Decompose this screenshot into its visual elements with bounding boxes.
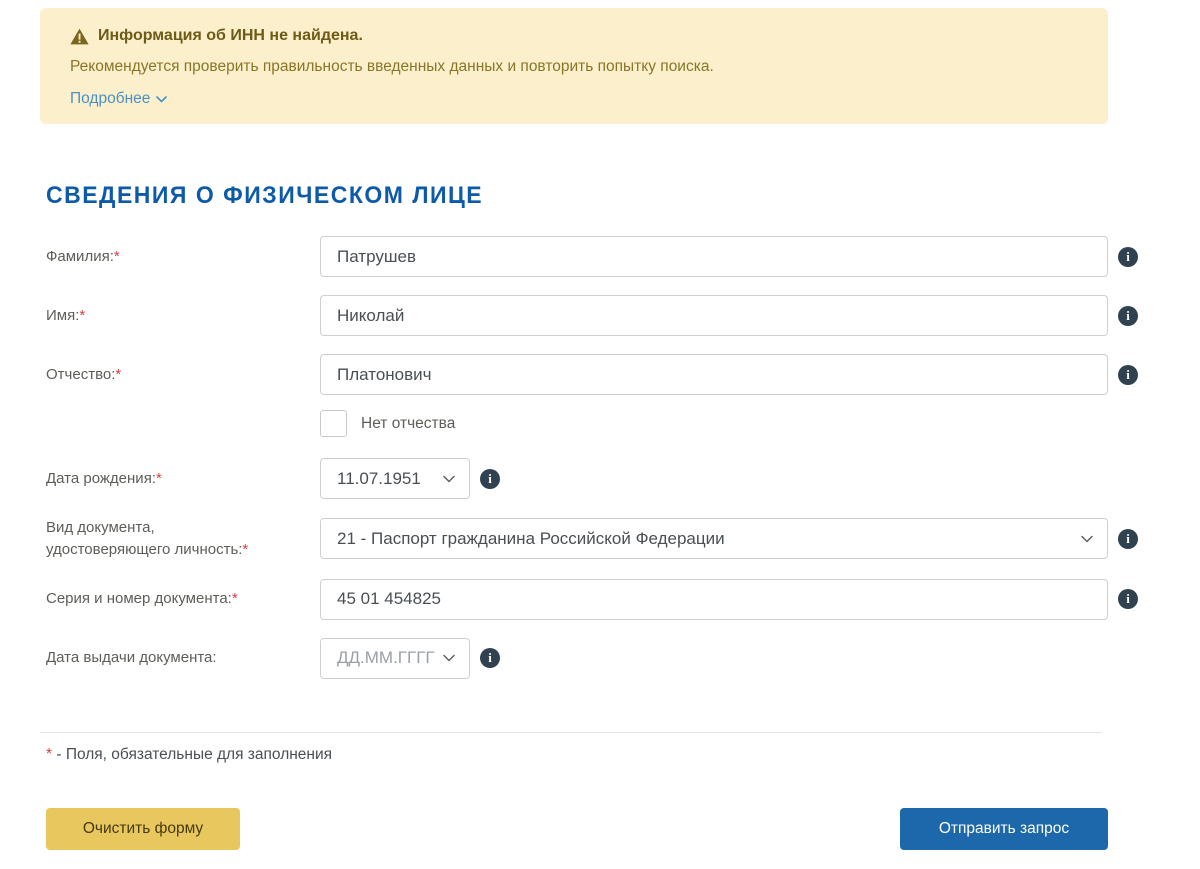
doc-type-label: Вид документа, удостоверяющего личность:…	[46, 517, 320, 561]
person-form: Фамилия:* i Имя:* i Отчество:* i Н	[46, 236, 1108, 679]
required-asterisk: *	[232, 590, 238, 607]
issue-date-placeholder: ДД.ММ.ГГГГ	[337, 648, 435, 668]
warning-icon	[70, 28, 89, 45]
patronymic-row: Отчество:* i	[46, 354, 1108, 395]
no-patronymic-row: Нет отчества	[320, 410, 1108, 437]
chevron-down-icon	[443, 475, 455, 483]
page-title: СВЕДЕНИЯ О ФИЗИЧЕСКОМ ЛИЦЕ	[46, 181, 1108, 209]
required-asterisk: *	[114, 248, 120, 265]
required-fields-note: * - Поля, обязательные для заполнения	[46, 746, 1108, 764]
alert-message: Рекомендуется проверить правильность вве…	[70, 58, 1078, 76]
no-patronymic-label: Нет отчества	[361, 415, 455, 433]
birthdate-row: Дата рождения:* 11.07.1951 i	[46, 458, 1108, 499]
doc-type-select[interactable]: 21 - Паспорт гражданина Российской Федер…	[320, 518, 1108, 559]
firstname-input[interactable]	[320, 295, 1108, 336]
required-asterisk: *	[115, 366, 121, 383]
info-icon[interactable]: i	[1118, 529, 1138, 549]
required-asterisk: *	[156, 470, 162, 487]
info-icon[interactable]: i	[480, 469, 500, 489]
no-patronymic-checkbox[interactable]	[320, 410, 347, 437]
info-icon[interactable]: i	[480, 648, 500, 668]
chevron-down-icon	[156, 96, 167, 103]
details-link[interactable]: Подробнее	[70, 90, 167, 108]
info-icon[interactable]: i	[1118, 306, 1138, 326]
info-icon[interactable]: i	[1118, 247, 1138, 267]
doc-number-label: Серия и номер документа:*	[46, 588, 320, 610]
info-icon[interactable]: i	[1118, 365, 1138, 385]
lastname-row: Фамилия:* i	[46, 236, 1108, 277]
required-asterisk: *	[46, 746, 52, 763]
issue-date-label: Дата выдачи документа:	[46, 647, 320, 669]
patronymic-input[interactable]	[320, 354, 1108, 395]
clear-form-button[interactable]: Очистить форму	[46, 808, 240, 850]
doc-number-row: Серия и номер документа:* i	[46, 579, 1108, 620]
doc-type-row: Вид документа, удостоверяющего личность:…	[46, 517, 1108, 561]
issue-date-row: Дата выдачи документа: ДД.ММ.ГГГГ i	[46, 638, 1108, 679]
alert-banner: Информация об ИНН не найдена. Рекомендуе…	[40, 8, 1108, 124]
info-icon[interactable]: i	[1118, 589, 1138, 609]
birthdate-select[interactable]: 11.07.1951	[320, 458, 470, 499]
details-link-label: Подробнее	[70, 90, 150, 108]
birthdate-label: Дата рождения:*	[46, 468, 320, 490]
required-asterisk: *	[79, 307, 85, 324]
chevron-down-icon	[1081, 535, 1093, 543]
patronymic-label: Отчество:*	[46, 364, 320, 386]
submit-request-button[interactable]: Отправить запрос	[900, 808, 1108, 850]
divider	[40, 732, 1102, 733]
firstname-label: Имя:*	[46, 305, 320, 327]
birthdate-value: 11.07.1951	[337, 469, 421, 489]
lastname-input[interactable]	[320, 236, 1108, 277]
doc-type-value: 21 - Паспорт гражданина Российской Федер…	[337, 529, 725, 549]
alert-title: Информация об ИНН не найдена.	[98, 27, 363, 45]
required-asterisk: *	[242, 541, 248, 558]
doc-number-input[interactable]	[320, 579, 1108, 620]
firstname-row: Имя:* i	[46, 295, 1108, 336]
chevron-down-icon	[443, 654, 455, 662]
issue-date-select[interactable]: ДД.ММ.ГГГГ	[320, 638, 470, 679]
lastname-label: Фамилия:*	[46, 246, 320, 268]
